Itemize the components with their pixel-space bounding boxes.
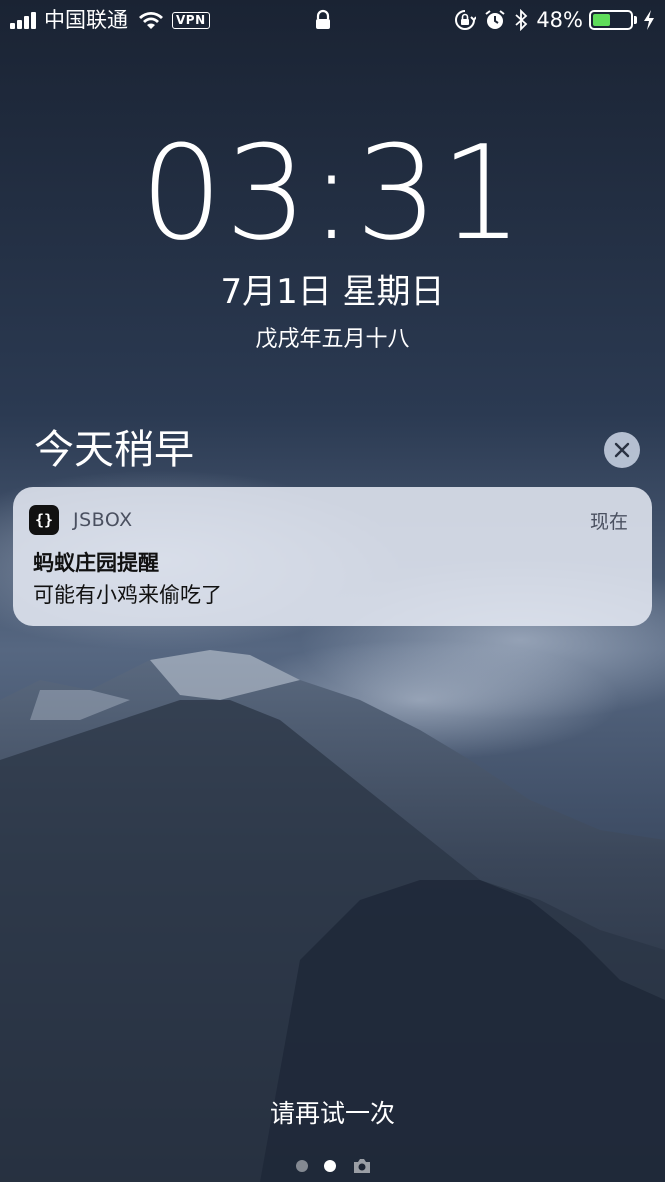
- alarm-icon: [485, 10, 505, 29]
- signal-icon: [10, 11, 38, 29]
- page-dot-1[interactable]: [296, 1160, 308, 1172]
- wifi-icon: [139, 12, 163, 29]
- lock-icon: [316, 9, 330, 29]
- bluetooth-icon: [515, 9, 528, 31]
- vpn-badge: VPN: [172, 11, 210, 29]
- battery-percentage: 48%: [536, 8, 583, 32]
- page-indicator[interactable]: [296, 1158, 372, 1174]
- status-bar: 中国联通 VPN 48%: [0, 0, 665, 40]
- close-icon: [614, 442, 630, 458]
- status-bar-right: 48%: [446, 7, 655, 33]
- lock-screen-date: 7月1日 星期日: [220, 272, 445, 312]
- rotation-lock-icon: [455, 10, 477, 30]
- notification-body: 可能有小鸡来偷吃了: [33, 583, 222, 607]
- lock-screen-time: 03:31: [140, 117, 525, 269]
- clear-notifications-button[interactable]: [604, 432, 640, 468]
- battery-nub: [634, 16, 637, 24]
- notification-card[interactable]: {} JSBOX 现在 蚂蚁庄园提醒 可能有小鸡来偷吃了: [13, 487, 652, 626]
- carrier-name: 中国联通: [44, 8, 128, 32]
- camera-icon[interactable]: [352, 1158, 372, 1174]
- notification-section-title: 今天稍早: [34, 427, 194, 473]
- notification-time: 现在: [589, 510, 628, 533]
- notification-header: {} JSBOX 现在: [29, 505, 628, 535]
- charging-bolt-icon: [644, 10, 654, 30]
- status-bar-left: 中国联通 VPN: [10, 7, 210, 33]
- page-dot-2[interactable]: [324, 1160, 336, 1172]
- notification-app-name: JSBOX: [73, 509, 133, 531]
- battery-level-fill: [593, 14, 610, 26]
- jsbox-app-icon: {}: [29, 505, 59, 535]
- lunar-date: 戊戌年五月十八: [255, 327, 410, 352]
- face-id-retry-message: 请再试一次: [269, 1099, 395, 1128]
- battery-icon: [589, 10, 633, 30]
- notification-title: 蚂蚁庄园提醒: [33, 551, 159, 575]
